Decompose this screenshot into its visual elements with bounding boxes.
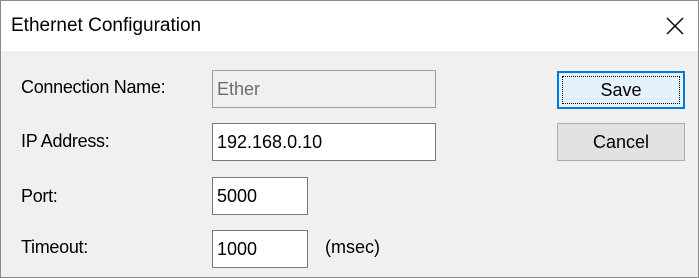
save-button[interactable]: Save [557, 71, 685, 109]
timeout-unit-label: (msec) [325, 237, 380, 257]
port-label: Port: [21, 186, 58, 206]
ip-address-field[interactable] [212, 123, 436, 161]
timeout-label: Timeout: [21, 237, 88, 257]
close-icon [666, 17, 684, 35]
ip-address-label: IP Address: [21, 131, 110, 151]
connection-name-field[interactable] [212, 70, 436, 108]
cancel-button-label: Cancel [592, 131, 650, 152]
close-button[interactable] [652, 1, 698, 51]
focus-ring [562, 76, 680, 104]
cancel-button[interactable]: Cancel [557, 123, 685, 161]
title-bar[interactable]: Ethernet Configuration [1, 1, 698, 51]
timeout-field[interactable] [212, 230, 308, 268]
port-field[interactable] [212, 177, 308, 215]
ethernet-configuration-dialog: Ethernet Configuration Connection Name: … [0, 0, 699, 278]
dialog-title: Ethernet Configuration [11, 15, 202, 36]
connection-name-label: Connection Name: [21, 77, 166, 97]
